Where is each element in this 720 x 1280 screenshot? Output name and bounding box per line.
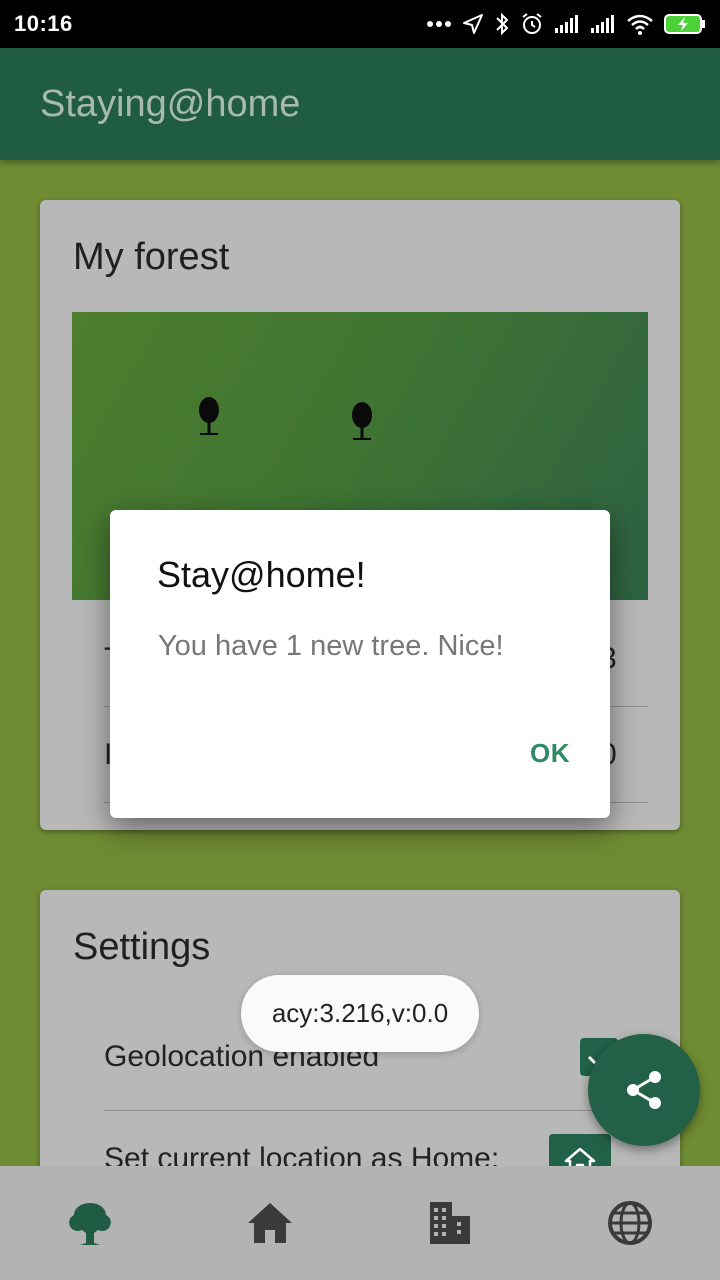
- signal-icon: [591, 15, 614, 33]
- ok-button[interactable]: OK: [530, 738, 570, 769]
- alarm-icon: [522, 13, 542, 34]
- dialog-title: Stay@home!: [157, 554, 366, 595]
- signal-icon: [555, 15, 578, 33]
- status-bar: 10:16: [0, 0, 720, 48]
- location-arrow-icon: [463, 14, 483, 34]
- alert-dialog: Stay@home! You have 1 new tree. Nice! OK: [110, 510, 610, 818]
- status-time: 10:16: [14, 11, 73, 36]
- app-title: Staying@home: [40, 82, 301, 125]
- app-bar: Staying@home: [0, 48, 720, 160]
- toast-message: acy:3.216,v:0.0: [241, 975, 479, 1052]
- wifi-icon: [627, 14, 653, 35]
- battery-charging-icon: [664, 14, 705, 34]
- dialog-message: You have 1 new tree. Nice!: [158, 630, 504, 662]
- more-dots-icon: [427, 21, 451, 27]
- bluetooth-icon: [496, 12, 509, 36]
- status-icons: [426, 12, 706, 36]
